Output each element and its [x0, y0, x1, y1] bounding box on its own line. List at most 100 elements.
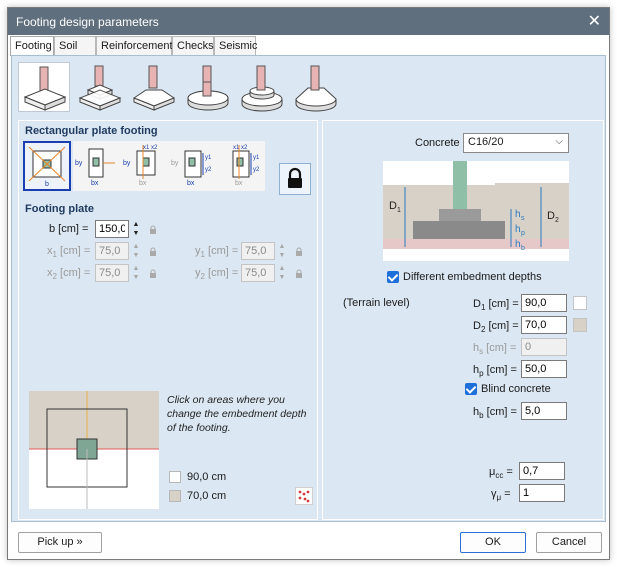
right-panel: Concrete C16/20 ⌵ D 1 D 2 h s h p h b Di…	[322, 120, 604, 520]
b-padlock-icon[interactable]	[149, 225, 157, 234]
legend-swatch-70	[169, 490, 181, 502]
diagram-hs-sub: s	[521, 215, 525, 222]
ecc-y-y1-label: y1	[205, 155, 212, 161]
ecc-y-by-label: by	[171, 160, 179, 167]
b-spinner[interactable]: ▲ ▼	[131, 220, 141, 238]
cancel-button[interactable]: Cancel	[536, 532, 602, 553]
y2-label: y2 [cm] =	[195, 267, 239, 282]
concrete-select[interactable]: C16/20 ⌵	[463, 133, 569, 153]
tab-seismic[interactable]: Seismic	[214, 36, 258, 55]
b-input[interactable]	[95, 220, 129, 238]
hb-label: hb [cm] =	[473, 406, 517, 421]
tab-content: Rectangular plate footing b by bx by x1 …	[11, 55, 606, 522]
plate-subtype-rect-button[interactable]: by bx	[73, 141, 121, 191]
tab-soil[interactable]: Soil	[54, 36, 96, 55]
x1-input[interactable]	[95, 242, 129, 260]
rect-by-label: by	[75, 160, 83, 167]
diagram-d1-sub: 1	[397, 207, 401, 214]
diagram-hp-sub: p	[521, 230, 525, 237]
concrete-value: C16/20	[468, 136, 504, 148]
x1-padlock-icon[interactable]	[149, 247, 157, 256]
pick-areas-button[interactable]	[295, 487, 313, 505]
y2-input[interactable]	[241, 264, 275, 282]
y1-spinner[interactable]: ▲ ▼	[277, 242, 287, 260]
blind-concrete-checkbox[interactable]	[465, 383, 477, 395]
y1-padlock-icon[interactable]	[295, 247, 303, 256]
rect-plate-icon: by bx	[75, 148, 115, 187]
lock-button[interactable]	[279, 163, 311, 195]
pick-up-button[interactable]: Pick up »	[18, 532, 102, 553]
embedment-plan-diagram[interactable]	[29, 391, 159, 509]
hs-label: hs [cm] =	[473, 342, 517, 357]
y1-label: y1 [cm] =	[195, 245, 239, 260]
legend-swatch-90	[169, 471, 181, 483]
different-depths-label: Different embedment depths	[403, 271, 542, 283]
tab-reinforcement[interactable]: Reinforcement	[96, 36, 173, 55]
dialog-window: Footing design parameters ✕ Footing Soil…	[7, 7, 610, 560]
hp-input[interactable]	[521, 360, 567, 378]
hb-input[interactable]	[521, 402, 567, 420]
b-label: b [cm] =	[49, 223, 89, 235]
plate-subtype-ecc-xy-button[interactable]: x1 x2 y1 y2 bx	[217, 141, 265, 191]
sloped-circular-footing-icon	[295, 65, 337, 112]
plate-subtype-ecc-x-button[interactable]: by x1 x2 bx	[121, 141, 169, 191]
dialog-title: Footing design parameters	[16, 15, 159, 29]
x2-padlock-icon[interactable]	[149, 269, 157, 278]
concrete-label: Concrete	[415, 137, 460, 149]
x2-input[interactable]	[95, 264, 129, 282]
ok-button[interactable]: OK	[460, 532, 526, 553]
footing-type-isolated-button[interactable]	[18, 62, 70, 112]
legend-70-label: 70,0 cm	[187, 490, 227, 502]
x2-label: x2 [cm] =	[47, 267, 91, 282]
ecc-xy-bx-label: bx	[235, 180, 243, 187]
footing-type-sloped-circular-button[interactable]	[290, 62, 342, 112]
footing-section-diagram: D 1 D 2 h s h p h b	[383, 161, 569, 261]
tab-footing[interactable]: Footing	[10, 36, 54, 56]
y2-spinner[interactable]: ▲ ▼	[277, 264, 287, 282]
footing-type-circular-button[interactable]	[182, 62, 234, 112]
diagram-hs-label: h	[515, 209, 521, 220]
footing-type-stepped-button[interactable]	[74, 62, 126, 112]
ecc-xy-x-label: x1 x2	[233, 145, 248, 151]
d1-input[interactable]	[521, 294, 567, 312]
rectangular-plate-title: Rectangular plate footing	[25, 125, 158, 137]
x1-spinner[interactable]: ▲ ▼	[131, 242, 141, 260]
legend-90-label: 90,0 cm	[187, 471, 227, 483]
d2-input[interactable]	[521, 316, 567, 334]
stepped-circular-footing-icon	[241, 65, 283, 112]
diagram-hb-sub: b	[521, 245, 525, 252]
d2-color-button[interactable]	[573, 318, 587, 332]
gmu-input[interactable]	[519, 484, 565, 502]
x2-spinner[interactable]: ▲ ▼	[131, 264, 141, 282]
ecc-x-by-label: by	[123, 160, 131, 167]
different-depths-checkbox[interactable]	[387, 271, 399, 283]
mucc-input[interactable]	[519, 462, 565, 480]
eccentric-y-plate-icon: by y1 y2 bx	[171, 150, 212, 187]
plate-subtype-ecc-y-button[interactable]: by y1 y2 bx	[169, 141, 217, 191]
x1-label: x1 [cm] =	[47, 245, 91, 260]
plate-subtype-square-button[interactable]: b	[23, 141, 71, 191]
title-bar: Footing design parameters ✕	[8, 8, 609, 35]
square-b-label: b	[45, 181, 49, 188]
eccentric-xy-plate-icon: x1 x2 y1 y2 bx	[232, 145, 260, 187]
square-plate-icon: b	[28, 146, 66, 188]
blind-concrete-label: Blind concrete	[481, 383, 551, 395]
gmu-label: γμ =	[491, 488, 511, 503]
tab-checks[interactable]: Checks	[172, 36, 214, 55]
footing-type-stepped-circular-button[interactable]	[236, 62, 288, 112]
rect-bx-label: bx	[91, 180, 99, 187]
hp-label: hp [cm] =	[473, 364, 517, 379]
sloped-footing-icon	[132, 65, 176, 111]
d1-color-button[interactable]	[573, 296, 587, 310]
y2-padlock-icon[interactable]	[295, 269, 303, 278]
hs-input[interactable]	[521, 338, 567, 356]
close-icon[interactable]: ✕	[588, 11, 601, 31]
diagram-d1-label: D	[389, 200, 397, 212]
stepped-footing-icon	[78, 65, 122, 111]
y1-input[interactable]	[241, 242, 275, 260]
footing-type-sloped-button[interactable]	[128, 62, 180, 112]
ecc-xy-y1-label: y1	[253, 155, 260, 161]
circular-footing-icon	[187, 65, 229, 111]
ecc-x-bx-label: bx	[139, 180, 147, 187]
eccentric-x-plate-icon: by x1 x2 bx	[123, 145, 158, 187]
